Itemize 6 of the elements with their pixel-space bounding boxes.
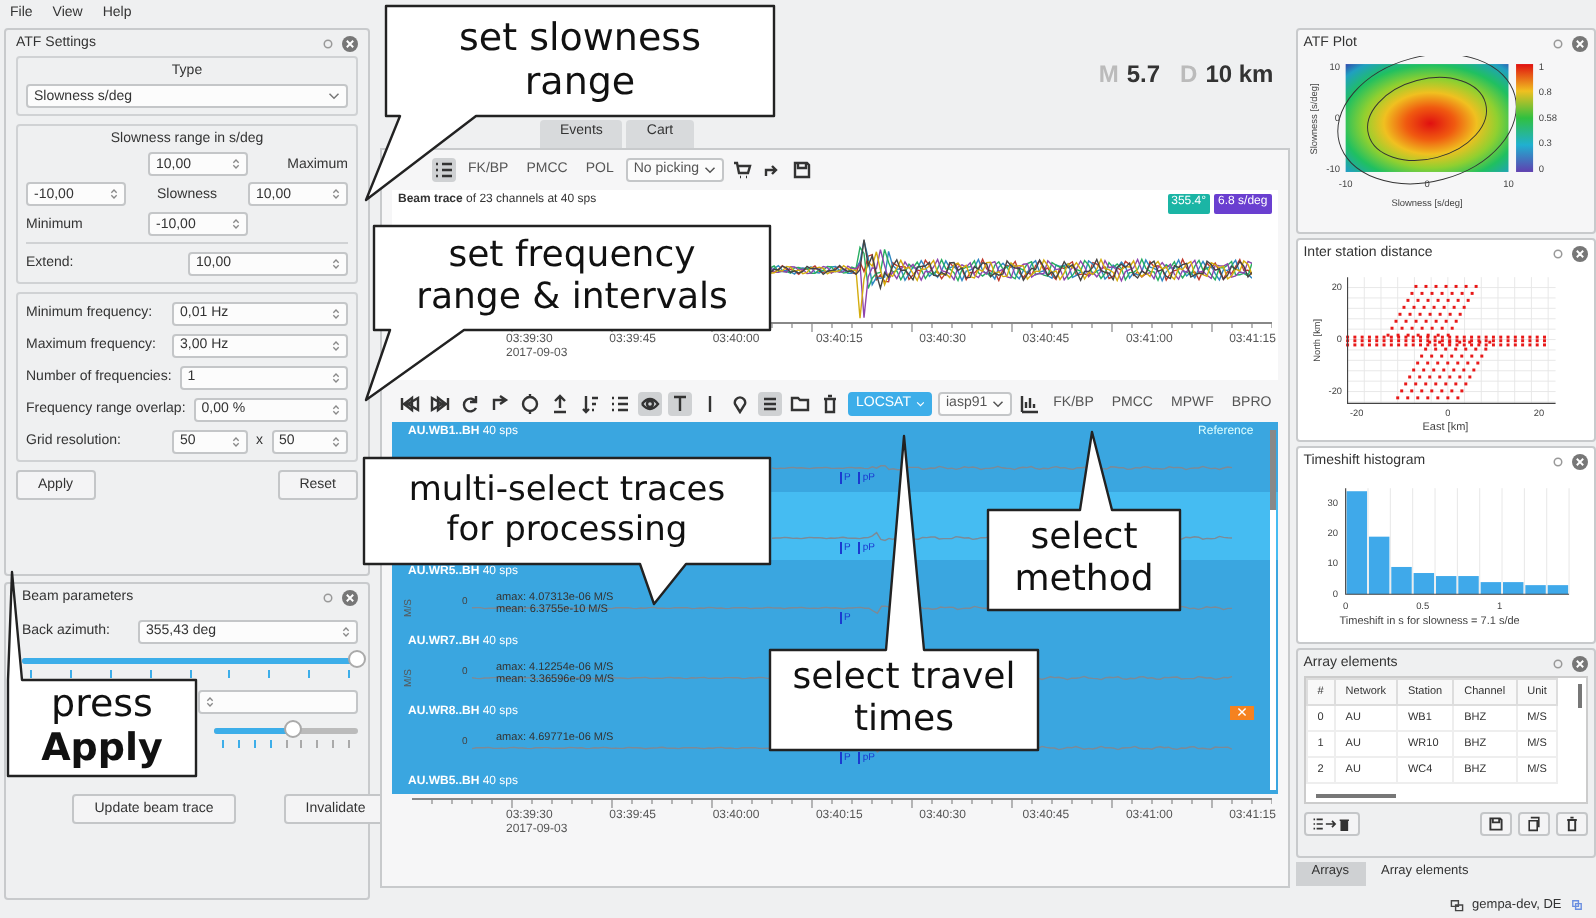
depth-value: 10 km — [1205, 59, 1274, 87]
magnitude-value: 5.7 — [1126, 59, 1161, 87]
callout-text: set slowness range — [457, 17, 703, 105]
callout-text: press Apply — [39, 684, 165, 772]
callout-text: select travel times — [790, 658, 1018, 742]
callout-text: set frequency range & intervals — [414, 236, 730, 320]
